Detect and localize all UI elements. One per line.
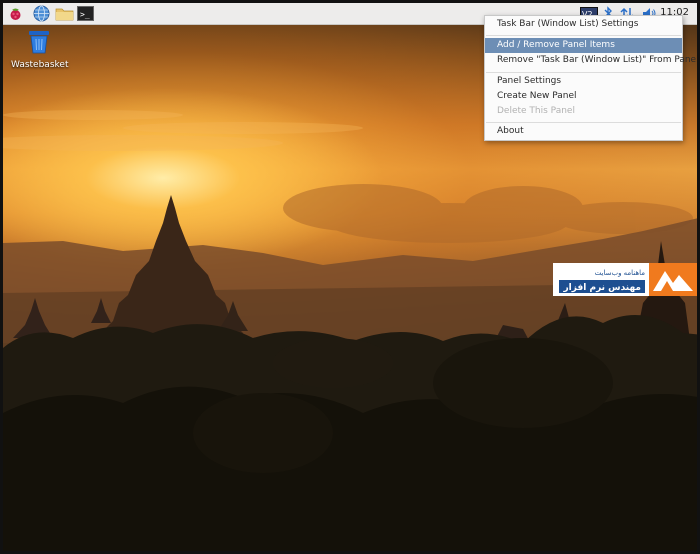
menu-item-about[interactable]: About <box>485 124 682 139</box>
menu-item-delete-this-panel: Delete This Panel <box>497 106 575 116</box>
trash-icon <box>29 31 49 54</box>
menu-item-taskbar-settings[interactable]: Task Bar (Window List) Settings <box>485 17 682 32</box>
watermark-subtitle: ماهنامه وب‌سایت <box>595 269 646 277</box>
menu-separator <box>486 122 681 123</box>
menu-separator <box>486 72 681 73</box>
wastebasket-label: Wastebasket <box>11 60 69 70</box>
menu-item-add-remove-panel-items[interactable]: Add / Remove Panel Items <box>485 38 682 53</box>
menu-separator <box>486 35 681 36</box>
web-browser-icon[interactable] <box>33 5 50 22</box>
wastebasket-desktop-icon[interactable]: Wastebasket <box>11 30 69 70</box>
watermark-title: مهندس نرم افزار <box>563 283 642 293</box>
site-watermark-logo: ماهنامه وب‌سایت مهندس نرم افزار <box>553 263 697 296</box>
menu-item-panel-settings[interactable]: Panel Settings <box>485 74 682 89</box>
svg-text:>_: >_ <box>80 10 90 19</box>
file-manager-icon[interactable] <box>55 5 74 22</box>
panel-context-menu: Task Bar (Window List) Settings Add / Re… <box>484 15 697 141</box>
menu-item-create-new-panel[interactable]: Create New Panel <box>485 89 682 104</box>
raspberry-menu-icon[interactable] <box>7 5 24 22</box>
screen: >_ V2 11:02 <box>0 0 700 554</box>
menu-item-remove-taskbar-from-panel[interactable]: Remove "Task Bar (Window List)" From Pan… <box>485 53 697 68</box>
terminal-icon[interactable]: >_ <box>77 5 94 22</box>
